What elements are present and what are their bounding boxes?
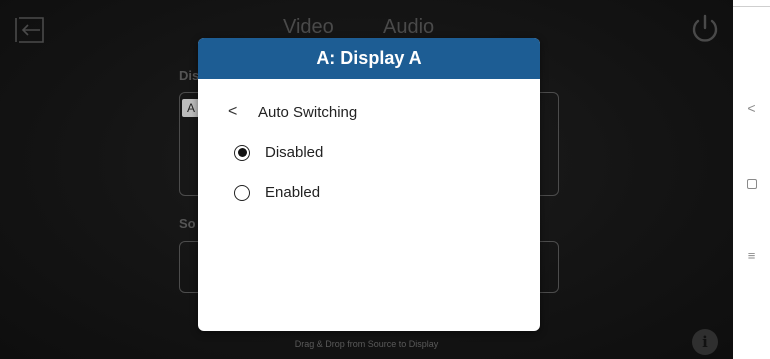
option-enabled-label: Enabled: [265, 184, 321, 201]
nav-home-icon[interactable]: [733, 176, 770, 194]
radio-unselected-icon[interactable]: [234, 184, 250, 201]
radio-selected-icon[interactable]: [234, 144, 250, 161]
exit-icon[interactable]: [14, 16, 46, 44]
auto-switching-back-button[interactable]: < Auto Switching: [228, 103, 357, 121]
option-enabled[interactable]: Enabled: [234, 184, 320, 201]
power-icon[interactable]: [688, 12, 722, 46]
nav-divider: [733, 6, 770, 7]
option-disabled-label: Disabled: [265, 144, 324, 161]
drag-drop-hint: Drag & Drop from Source to Display: [294, 339, 439, 349]
nav-back-icon[interactable]: <: [733, 100, 770, 116]
displays-label: Dis: [179, 68, 200, 83]
info-icon[interactable]: i: [692, 329, 718, 355]
dialog-title: A: Display A: [198, 38, 540, 79]
auto-switching-label: Auto Switching: [258, 103, 358, 121]
option-disabled[interactable]: Disabled: [234, 144, 323, 161]
display-settings-dialog: A: Display A < Auto Switching Disabled E…: [198, 38, 540, 331]
chevron-left-icon: <: [228, 103, 238, 120]
nav-recents-icon[interactable]: ≡: [733, 248, 770, 263]
tab-video[interactable]: Video: [283, 16, 334, 39]
system-nav-bar: < ≡: [733, 0, 770, 359]
sources-label: So: [179, 216, 196, 231]
tab-audio[interactable]: Audio: [383, 16, 434, 39]
